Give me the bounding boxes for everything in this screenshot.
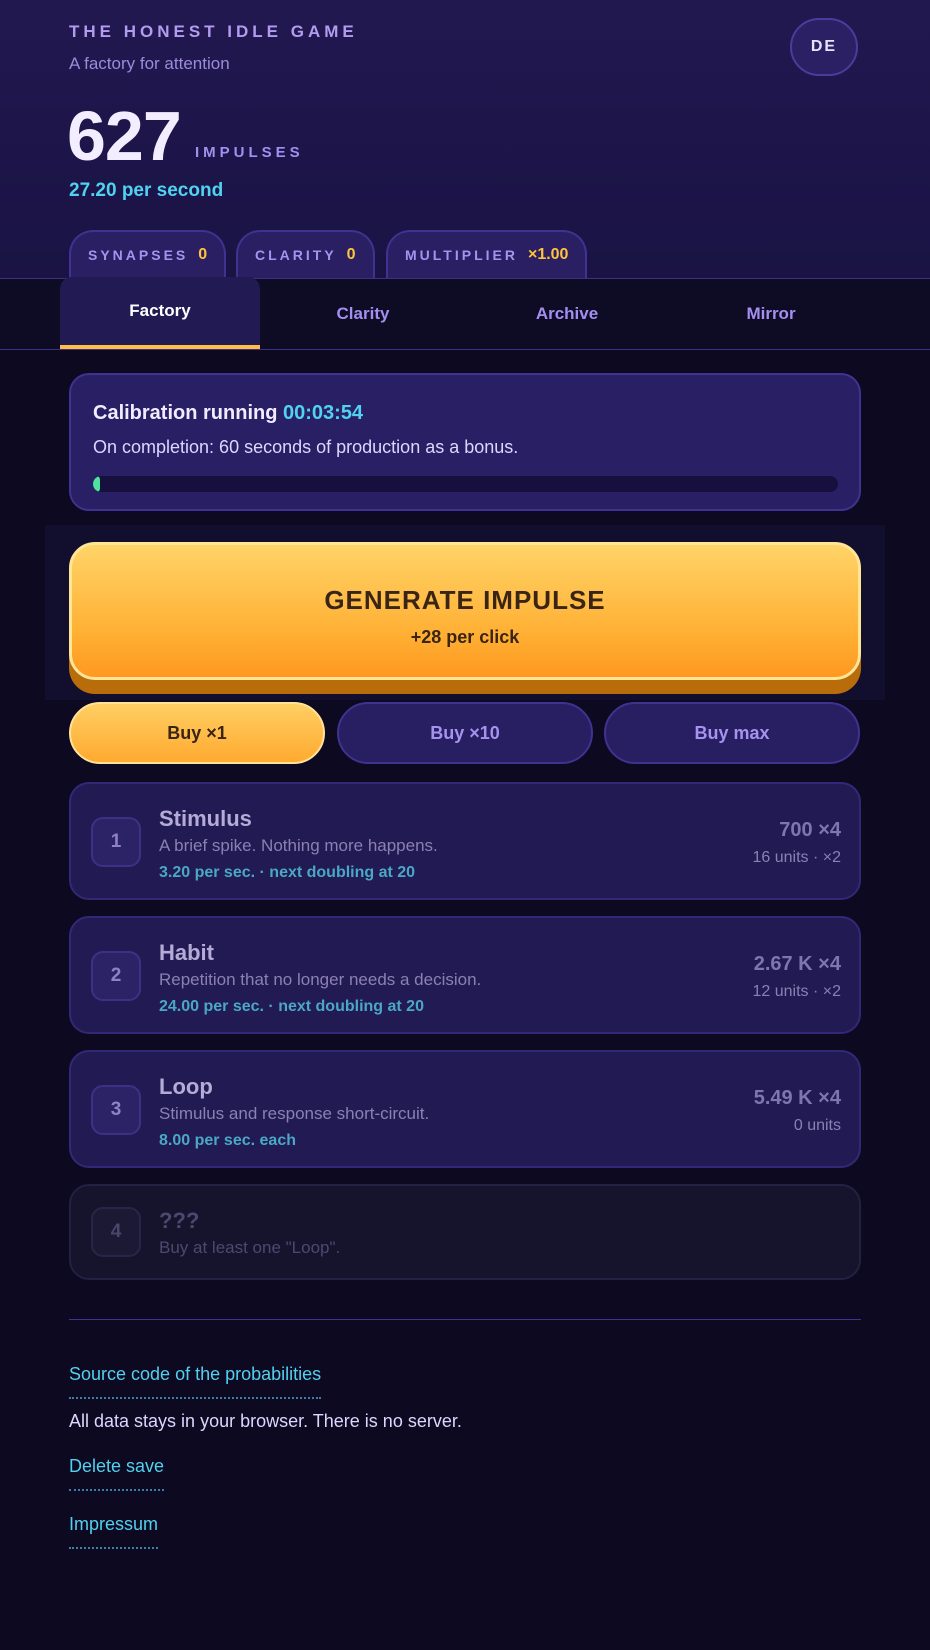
generator-rate: 8.00 per sec. each	[159, 1132, 296, 1149]
generator-units: 16 units · ×2	[752, 849, 842, 866]
generator-rate: 24.00 per sec. · next doubling at 20	[159, 998, 424, 1015]
source-code-link[interactable]: Source code of the probabilities	[69, 1364, 322, 1399]
calibration-description: On completion: 60 seconds of production …	[93, 437, 519, 457]
stat-clarity: CLARITY 0	[236, 230, 375, 278]
buy-max-button[interactable]: Buy max	[604, 702, 860, 764]
tab-bar: Factory Clarity Archive Mirror	[0, 277, 930, 350]
generator-name: Stimulus	[159, 806, 252, 831]
impulse-unit-label: IMPULSES	[195, 144, 304, 161]
generator-description: Buy at least one "Loop".	[159, 1238, 341, 1257]
delete-save-link[interactable]: Delete save	[69, 1456, 165, 1491]
calibration-title-text: Calibration running	[93, 402, 278, 424]
app-title: THE HONEST IDLE GAME	[69, 22, 358, 41]
generator-card-stimulus[interactable]: 1 Stimulus A brief spike. Nothing more h…	[69, 782, 861, 900]
production-rate: 27.20 per second	[69, 180, 224, 201]
tab-clarity[interactable]: Clarity	[263, 279, 463, 349]
generator-name: Loop	[159, 1074, 213, 1099]
generator-description: Repetition that no longer needs a decisi…	[159, 970, 482, 989]
calibration-progress-fill	[93, 476, 101, 492]
stat-label: MULTIPLIER	[405, 247, 518, 263]
buy-x10-button[interactable]: Buy ×10	[337, 702, 593, 764]
generator-number: 2	[91, 951, 141, 1001]
impressum-link[interactable]: Impressum	[69, 1514, 159, 1549]
generate-sublabel: +28 per click	[410, 627, 520, 647]
stat-value: 0	[346, 246, 356, 263]
generator-name: ???	[159, 1208, 200, 1233]
stat-synapses: SYNAPSES 0	[69, 230, 227, 278]
calibration-progress-bar	[93, 476, 838, 492]
generator-number: 4	[91, 1207, 141, 1257]
generator-number: 1	[91, 817, 141, 867]
generator-units: 0 units	[793, 1117, 841, 1134]
generator-rate: 3.20 per sec. · next doubling at 20	[159, 864, 416, 881]
stat-label: CLARITY	[255, 247, 337, 263]
buy-x1-button[interactable]: Buy ×1	[69, 702, 325, 764]
generate-impulse-button[interactable]: GENERATE IMPULSE +28 per click	[69, 542, 861, 680]
impulse-count: 627	[67, 97, 182, 175]
tab-mirror[interactable]: Mirror	[671, 279, 871, 349]
calibration-timer: 00:03:54	[283, 402, 364, 424]
generator-description: Stimulus and response short-circuit.	[159, 1104, 430, 1123]
stat-label: SYNAPSES	[88, 247, 189, 263]
generator-units: 12 units · ×2	[752, 983, 842, 1000]
generator-price: 2.67 K ×4	[753, 953, 841, 975]
generator-description: A brief spike. Nothing more happens.	[159, 836, 438, 855]
stat-value: 0	[198, 246, 208, 263]
footer-divider	[69, 1319, 861, 1320]
generator-card-habit[interactable]: 2 Habit Repetition that no longer needs …	[69, 916, 861, 1034]
generator-card-locked: 4 ??? Buy at least one "Loop".	[69, 1184, 861, 1280]
generator-name: Habit	[159, 940, 214, 965]
calibration-panel: Calibration running 00:03:54 On completi…	[69, 373, 861, 511]
generate-label: GENERATE IMPULSE	[324, 585, 606, 615]
generator-number: 3	[91, 1085, 141, 1135]
generator-price: 700 ×4	[779, 819, 841, 841]
generator-price: 5.49 K ×4	[753, 1087, 841, 1109]
privacy-note: All data stays in your browser. There is…	[69, 1411, 462, 1431]
app-subtitle: A factory for attention	[69, 54, 230, 73]
stat-multiplier: MULTIPLIER ×1.00	[386, 230, 588, 278]
language-toggle-button[interactable]: DE	[790, 18, 858, 76]
generator-card-loop[interactable]: 3 Loop Stimulus and response short-circu…	[69, 1050, 861, 1168]
tab-archive[interactable]: Archive	[467, 279, 667, 349]
stat-value: ×1.00	[527, 246, 569, 263]
header: THE HONEST IDLE GAME A factory for atten…	[0, 0, 930, 278]
tab-factory[interactable]: Factory	[60, 277, 260, 349]
calibration-title: Calibration running 00:03:54	[93, 402, 363, 425]
